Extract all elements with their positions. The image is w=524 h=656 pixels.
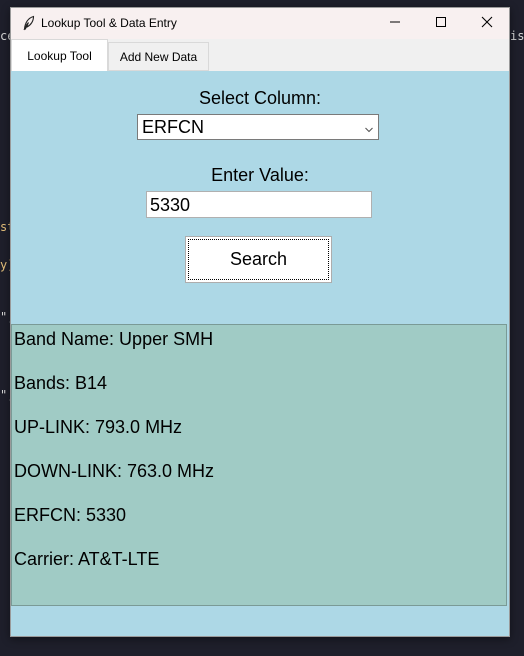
minimize-button[interactable]: [372, 8, 418, 39]
select-column-label: Select Column:: [198, 88, 322, 108]
result-erfcn: ERFCN: 5330: [14, 505, 127, 525]
close-icon: [481, 15, 493, 33]
result-uplink: UP-LINK: 793.0 MHz: [14, 417, 183, 437]
result-bands: Bands: B14: [14, 373, 108, 393]
enter-value-label: Enter Value:: [211, 165, 309, 185]
minimize-icon: [389, 15, 401, 33]
value-input[interactable]: 5330: [146, 191, 372, 218]
close-button[interactable]: [464, 8, 510, 39]
column-select-value: ERFCN: [142, 117, 204, 137]
window-title: Lookup Tool & Data Entry: [41, 16, 177, 30]
chevron-down-icon[interactable]: [364, 122, 374, 133]
column-select[interactable]: ERFCN: [137, 114, 379, 140]
tab-lookup-tool[interactable]: Lookup Tool: [11, 39, 108, 71]
maximize-icon: [435, 15, 447, 33]
search-button[interactable]: Search: [185, 236, 332, 283]
maximize-button[interactable]: [418, 8, 464, 39]
title-bar[interactable]: Lookup Tool & Data Entry: [11, 8, 509, 39]
tab-add-new-data[interactable]: Add New Data: [108, 42, 209, 71]
result-downlink: DOWN-LINK: 763.0 MHz: [14, 461, 215, 481]
app-window: Lookup Tool & Data Entry Lookup Tool Add…: [10, 7, 510, 637]
result-band-name: Band Name: Upper SMH: [14, 329, 214, 349]
value-input-text: 5330: [150, 195, 191, 215]
search-button-label: Search: [229, 249, 288, 269]
lookup-panel: Select Column: ERFCN Enter Value: 5330 S…: [11, 71, 509, 636]
tab-bar: Lookup Tool Add New Data: [11, 39, 509, 72]
results-panel: Band Name: Upper SMH Bands: B14 UP-LINK:…: [11, 324, 507, 606]
result-carrier: Carrier: AT&T-LTE: [14, 549, 160, 569]
feather-icon: [21, 15, 37, 31]
background-code-fragment: is: [510, 29, 524, 43]
